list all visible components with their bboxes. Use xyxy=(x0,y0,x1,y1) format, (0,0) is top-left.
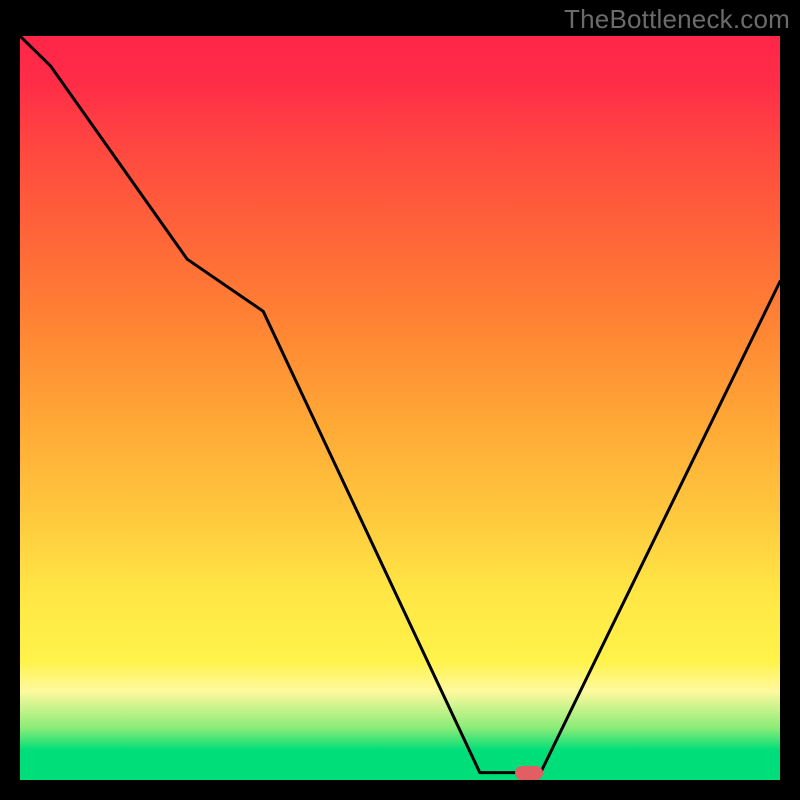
chart-container: TheBottleneck.com xyxy=(0,0,800,800)
bottleneck-curve xyxy=(20,36,780,780)
curve-path xyxy=(20,36,780,773)
optimum-marker xyxy=(515,766,543,780)
watermark-text: TheBottleneck.com xyxy=(564,4,790,35)
plot-area xyxy=(20,36,780,780)
